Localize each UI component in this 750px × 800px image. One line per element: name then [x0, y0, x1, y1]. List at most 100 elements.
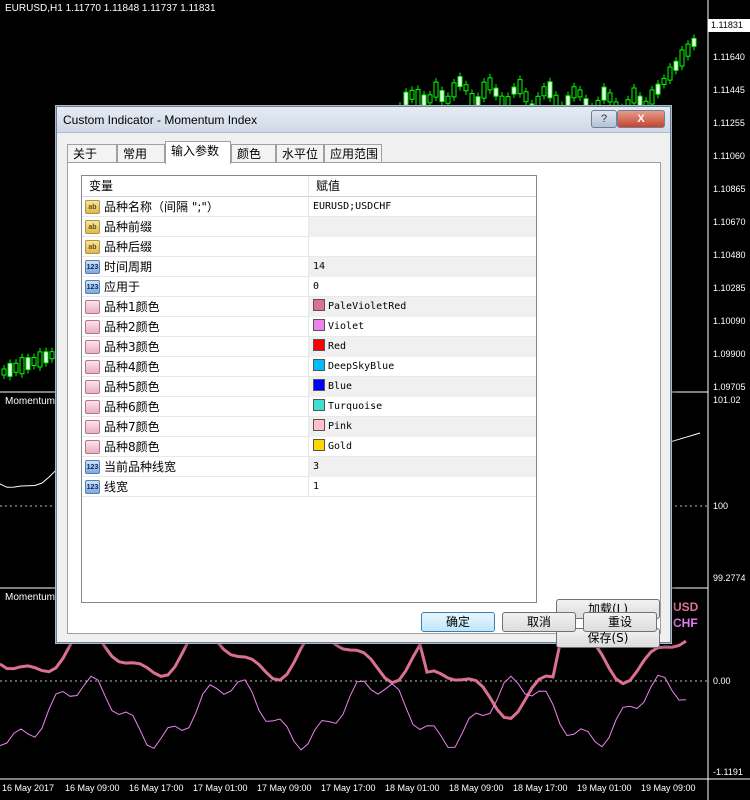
table-row[interactable]: 品种2颜色 Violet [82, 317, 536, 337]
table-row[interactable]: ab 品种前缀 [82, 217, 536, 237]
column-header-variable[interactable]: 变量 [82, 176, 309, 197]
param-name-cell: 品种5颜色 [82, 377, 309, 397]
candle-body [415, 88, 421, 106]
table-row[interactable]: 123 线宽 1 [82, 477, 536, 497]
tab-levels[interactable]: 水平位 [276, 144, 324, 163]
param-value-cell[interactable]: Pink [309, 417, 536, 437]
param-name-cell: 品种8颜色 [82, 437, 309, 457]
param-name-cell: ab 品种前缀 [82, 217, 309, 237]
candle-body [523, 91, 529, 103]
param-value: Red [328, 341, 347, 352]
color-swatch [313, 359, 325, 371]
tab-common[interactable]: 常用 [117, 144, 165, 163]
tab-inputs[interactable]: 输入参数 [165, 141, 231, 164]
param-name: 品种前缀 [104, 220, 153, 234]
dialog-title: Custom Indicator - Momentum Index [63, 113, 258, 127]
param-value: Violet [328, 321, 365, 332]
help-button[interactable]: ? [591, 110, 617, 128]
table-row[interactable]: 123 应用于 0 [82, 277, 536, 297]
candle-body [481, 81, 487, 99]
tab-visualization[interactable]: 应用范围 [324, 144, 382, 163]
param-name-cell: 品种2颜色 [82, 317, 309, 337]
string-type-icon: ab [85, 220, 100, 234]
price-label: 1.11445 [713, 85, 745, 95]
param-name: 品种6颜色 [104, 400, 160, 414]
param-name: 品种1颜色 [104, 300, 160, 314]
param-value: DeepSkyBlue [328, 361, 395, 372]
candle-body [577, 89, 583, 98]
table-row[interactable]: 品种8颜色 Gold [82, 437, 536, 457]
table-row[interactable]: ab 品种后缀 [82, 237, 536, 257]
param-value: Turquoise [328, 401, 383, 412]
price-label: 1.10670 [713, 217, 746, 227]
candle-body [679, 49, 685, 67]
param-name: 线宽 [104, 480, 129, 494]
tab-colors[interactable]: 颜色 [231, 144, 276, 163]
param-name-cell: 123 当前品种线宽 [82, 457, 309, 477]
table-row[interactable]: 品种6颜色 Turquoise [82, 397, 536, 417]
param-value-cell[interactable]: Violet [309, 317, 536, 337]
param-name-cell: ab 品种名称（间隔 ";"） [82, 197, 309, 217]
param-name-cell: 品种3颜色 [82, 337, 309, 357]
color-swatch [313, 379, 325, 391]
candle-body [655, 83, 661, 95]
candle-body [571, 86, 577, 99]
param-value-cell[interactable]: Blue [309, 377, 536, 397]
column-header-value[interactable]: 赋值 [309, 176, 536, 197]
price-label: 1.10865 [713, 184, 746, 194]
price-label: 1.09705 [713, 382, 746, 392]
tab-about[interactable]: 关于 [67, 144, 117, 163]
param-value-cell[interactable]: Gold [309, 437, 536, 457]
param-value-cell[interactable] [309, 237, 536, 257]
param-name: 品种名称（间隔 ";"） [104, 200, 219, 214]
param-value: 0 [313, 281, 320, 292]
number-type-icon: 123 [85, 480, 100, 494]
table-row[interactable]: 品种3颜色 Red [82, 337, 536, 357]
candle-body [511, 86, 517, 95]
param-value-cell[interactable]: 0 [309, 277, 536, 297]
dialog-titlebar[interactable]: Custom Indicator - Momentum Index ? X [57, 107, 670, 133]
cancel-button[interactable]: 取消 [502, 612, 576, 632]
reset-button[interactable]: 重设 [583, 612, 657, 632]
ok-button[interactable]: 确定 [421, 612, 495, 632]
candle-body [685, 43, 691, 57]
price-label: 1.09900 [713, 349, 746, 359]
table-row[interactable]: 品种7颜色 Pink [82, 417, 536, 437]
candle-body [1, 368, 7, 376]
color-swatch [313, 319, 325, 331]
table-row[interactable]: 品种1颜色 PaleVioletRed [82, 297, 536, 317]
param-value: EURUSD;USDCHF [313, 201, 392, 212]
close-button[interactable]: X [617, 110, 665, 128]
table-row[interactable]: ab 品种名称（间隔 ";"） EURUSD;USDCHF [82, 197, 536, 217]
string-type-icon: ab [85, 200, 100, 214]
param-value-cell[interactable]: 3 [309, 457, 536, 477]
param-value-cell[interactable]: EURUSD;USDCHF [309, 197, 536, 217]
table-row[interactable]: 品种4颜色 DeepSkyBlue [82, 357, 536, 377]
candle-body [403, 91, 409, 106]
inputs-panel: 变量 赋值 ab 品种名称（间隔 ";"） EURUSD;USDCHF ab 品种前缀 a… [67, 162, 661, 648]
close-icon: X [637, 113, 645, 125]
number-type-icon: 123 [85, 260, 100, 274]
momentum-chf-line [0, 674, 687, 751]
param-value-cell[interactable]: 14 [309, 257, 536, 277]
param-value: PaleVioletRed [328, 301, 407, 312]
time-label: 17 May 17:00 [321, 783, 376, 793]
candle-body [667, 66, 673, 81]
param-value-cell[interactable]: DeepSkyBlue [309, 357, 536, 377]
table-row[interactable]: 品种5颜色 Blue [82, 377, 536, 397]
param-name-cell: 品种1颜色 [82, 297, 309, 317]
param-value-cell[interactable]: Red [309, 337, 536, 357]
candle-body [409, 89, 415, 100]
color-type-icon [85, 400, 100, 414]
param-value-cell[interactable]: Turquoise [309, 397, 536, 417]
param-value-cell[interactable] [309, 217, 536, 237]
pane-label: 99.2774 [713, 573, 746, 583]
param-value-cell[interactable]: 1 [309, 477, 536, 497]
number-type-icon: 123 [85, 460, 100, 474]
table-row[interactable]: 123 时间周期 14 [82, 257, 536, 277]
param-name: 品种3颜色 [104, 340, 160, 354]
param-value-cell[interactable]: PaleVioletRed [309, 297, 536, 317]
table-row[interactable]: 123 当前品种线宽 3 [82, 457, 536, 477]
param-name-cell: 品种7颜色 [82, 417, 309, 437]
pane-label: -1.1191 [713, 767, 743, 777]
